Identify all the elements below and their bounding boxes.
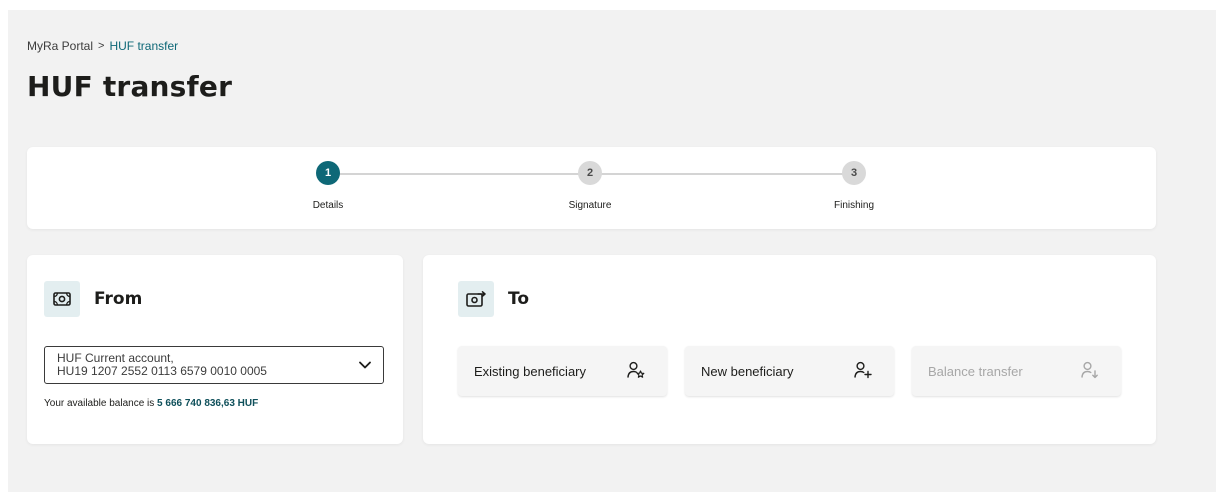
from-header: From	[44, 281, 142, 317]
breadcrumb: MyRa Portal > HUF transfer	[27, 39, 178, 53]
from-account-select[interactable]: HUF Current account, HU19 1207 2552 0113…	[44, 346, 384, 384]
breadcrumb-link-myra-portal[interactable]: MyRa Portal	[27, 39, 93, 53]
breadcrumb-current: HUF transfer	[109, 39, 179, 53]
stepper: 1 Details 2 Signature 3 Finishing	[27, 147, 1156, 229]
breadcrumb-separator: >	[98, 40, 105, 52]
account-number: HU19 1207 2552 0113 6579 0010 0005	[57, 364, 267, 378]
balance-amount: 5 666 740 836,63 HUF	[157, 398, 259, 409]
step-number: 1	[316, 161, 340, 185]
to-title: To	[508, 289, 530, 309]
page-background: MyRa Portal > HUF transfer HUF transfer …	[8, 10, 1216, 492]
to-header: To	[458, 281, 529, 317]
user-star-icon	[627, 361, 645, 382]
new-beneficiary-button[interactable]: New beneficiary	[685, 346, 894, 396]
step-details: 1 Details	[268, 161, 388, 211]
available-balance: Your available balance is 5 666 740 836,…	[44, 398, 258, 409]
page-title: HUF transfer	[27, 70, 233, 103]
from-card: From HUF Current account, HU19 1207 2552…	[27, 255, 403, 444]
balance-label: Your available balance is	[44, 398, 155, 409]
step-number: 2	[578, 161, 602, 185]
banknote-icon	[44, 281, 80, 317]
button-label: Existing beneficiary	[474, 363, 586, 379]
button-label: New beneficiary	[701, 363, 794, 379]
from-title: From	[94, 289, 143, 309]
step-signature: 2 Signature	[530, 161, 650, 211]
step-label: Details	[312, 200, 344, 211]
chevron-down-icon[interactable]	[359, 359, 371, 372]
button-label: Balance transfer	[928, 363, 1023, 379]
user-plus-icon	[854, 361, 872, 382]
step-label: Finishing	[833, 200, 875, 211]
step-finishing: 3 Finishing	[794, 161, 914, 211]
to-card: To Existing beneficiary New beneficiary	[423, 255, 1156, 444]
balance-transfer-button: Balance transfer	[912, 346, 1121, 396]
user-arrow-down-icon	[1081, 361, 1099, 382]
step-number: 3	[842, 161, 866, 185]
step-label: Signature	[568, 200, 612, 211]
banknote-transfer-icon	[458, 281, 494, 317]
existing-beneficiary-button[interactable]: Existing beneficiary	[458, 346, 667, 396]
